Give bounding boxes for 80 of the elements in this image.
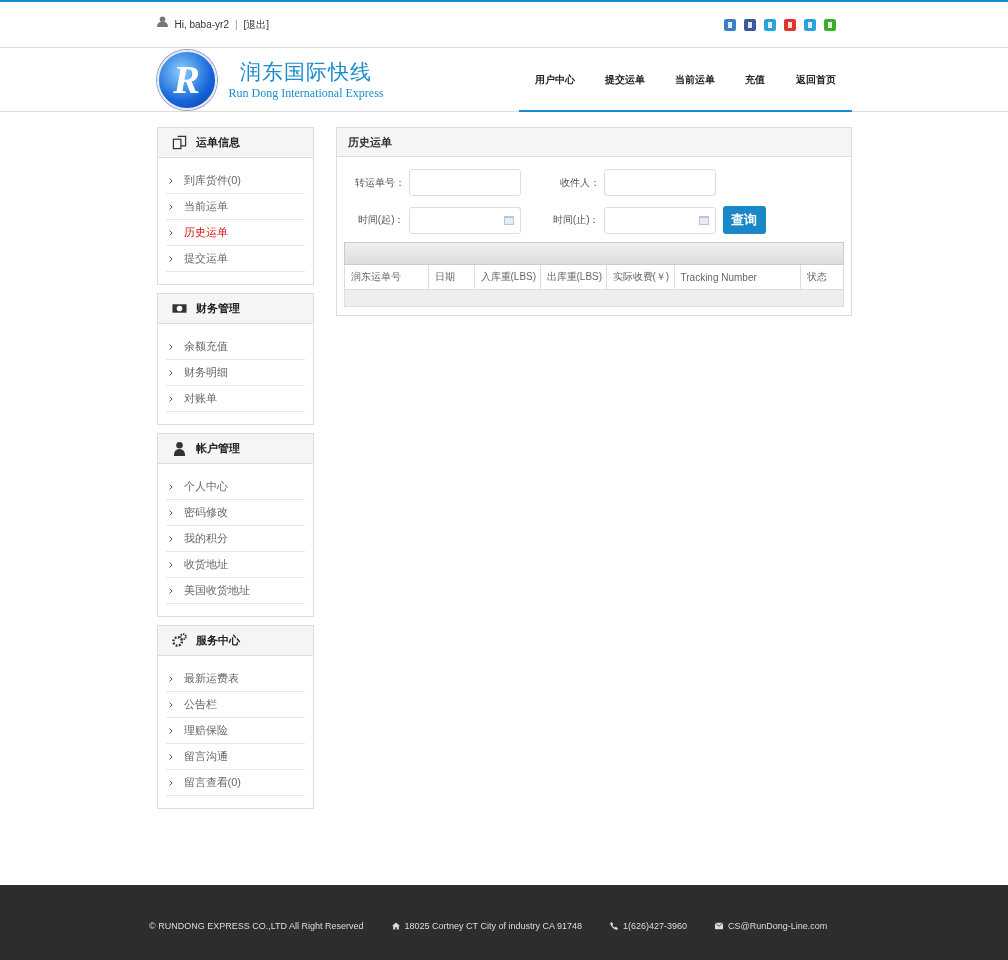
- date-field[interactable]: [603, 206, 716, 234]
- panel-title: 服务中心: [195, 633, 240, 648]
- footer-text: 18025 Cortney CT City of industry CA 91748: [404, 921, 582, 931]
- sidebar-link[interactable]: 公告栏: [183, 697, 217, 712]
- sidebar-link[interactable]: 美国收货地址: [183, 583, 250, 598]
- field-label: 收件人：: [558, 175, 600, 190]
- chevron-icon: [168, 753, 173, 760]
- panel-title: 帐户管理: [195, 441, 240, 456]
- date-field[interactable]: [408, 206, 521, 234]
- chevron-icon: [168, 779, 173, 786]
- sidebar-link[interactable]: 余额充值: [183, 339, 228, 354]
- nav-link[interactable]: 提交运单: [604, 72, 645, 87]
- nav-link[interactable]: 用户中心: [534, 72, 575, 87]
- mail-icon: [715, 922, 724, 930]
- column-header: 日期: [428, 265, 475, 289]
- sidebar-link[interactable]: 我的积分: [183, 531, 228, 546]
- field-label: 转运单号：: [353, 175, 405, 190]
- field-label: 时间(止)：: [551, 213, 600, 227]
- column-header: 润东运单号: [344, 265, 429, 289]
- greeting-text: Hi, baba-yr2: [174, 19, 229, 30]
- sidebar-link[interactable]: 收货地址: [183, 557, 228, 572]
- sidebar-link[interactable]: 提交运单: [183, 251, 228, 266]
- sidebar-link[interactable]: 当前运单: [183, 199, 228, 214]
- chevron-icon: [168, 229, 173, 236]
- field-label: 时间(起)：: [356, 213, 405, 227]
- chevron-icon: [168, 561, 173, 568]
- logout-link[interactable]: [退出]: [243, 17, 270, 32]
- documents-icon: [171, 135, 187, 150]
- calendar-icon: [698, 215, 709, 225]
- footer-text: 1(626)427-3960: [622, 921, 688, 931]
- sidebar-link[interactable]: 理赔保险: [183, 723, 228, 738]
- logo-title: 润东国际快线: [240, 59, 372, 86]
- calendar-icon: [503, 215, 514, 225]
- chevron-icon: [168, 701, 173, 708]
- chevron-icon: [168, 177, 173, 184]
- sidebar-link[interactable]: 密码修改: [183, 505, 228, 520]
- panel-title: 财务管理: [195, 301, 240, 316]
- chevron-icon: [168, 483, 173, 490]
- chevron-icon: [168, 587, 173, 594]
- sidebar-link[interactable]: 留言查看(0): [183, 775, 241, 790]
- sidebar-link[interactable]: 财务明细: [183, 365, 228, 380]
- chevron-icon: [168, 675, 173, 682]
- sidebar-link[interactable]: 到库货件(0): [183, 173, 241, 188]
- chevron-icon: [168, 727, 173, 734]
- banknote-icon: [171, 301, 187, 316]
- search-button[interactable]: 查询: [722, 206, 766, 234]
- column-header: 出库重(LBS): [540, 265, 607, 289]
- column-header: 状态: [805, 270, 828, 284]
- phone-icon: [609, 922, 618, 930]
- chevron-icon: [168, 395, 173, 402]
- nav-link[interactable]: 返回首页: [795, 72, 836, 87]
- footer-text: CS@RunDong-Line.com: [728, 921, 828, 931]
- panel-title: 历史运单: [347, 134, 392, 150]
- chevron-icon: [168, 369, 173, 376]
- gears-icon: [171, 633, 187, 648]
- sidebar-link[interactable]: 对账单: [183, 391, 217, 406]
- chevron-icon: [168, 343, 173, 350]
- sidebar-link[interactable]: 留言沟通: [183, 749, 228, 764]
- chevron-icon: [168, 255, 173, 262]
- input-field[interactable]: [603, 169, 716, 196]
- chevron-icon: [168, 203, 173, 210]
- sidebar-link[interactable]: 最新运费表: [183, 671, 239, 686]
- user-icon: [156, 16, 168, 27]
- chevron-icon: [168, 535, 173, 542]
- sidebar-link[interactable]: 个人中心: [183, 479, 228, 494]
- chevron-icon: [168, 509, 173, 516]
- nav-link[interactable]: 充值: [745, 72, 766, 87]
- column-header: 实际收费(￥): [606, 265, 675, 289]
- footer-text: © RUNDONG EXPRESS CO.,LTD All Right Reserved: [149, 921, 364, 931]
- column-header: 入库重(LBS): [474, 265, 541, 289]
- logo-subtitle: Run Dong International Express: [228, 86, 384, 101]
- panel-title: 运单信息: [195, 135, 240, 150]
- column-header: Tracking Number: [674, 265, 801, 289]
- nav-link[interactable]: 当前运单: [675, 72, 715, 87]
- home-icon: [391, 922, 400, 930]
- input-field[interactable]: [408, 169, 521, 196]
- logo-emblem: R: [156, 49, 217, 110]
- sidebar-link[interactable]: 历史运单: [183, 225, 228, 240]
- user-icon: [171, 441, 187, 456]
- separator: |: [234, 19, 238, 30]
